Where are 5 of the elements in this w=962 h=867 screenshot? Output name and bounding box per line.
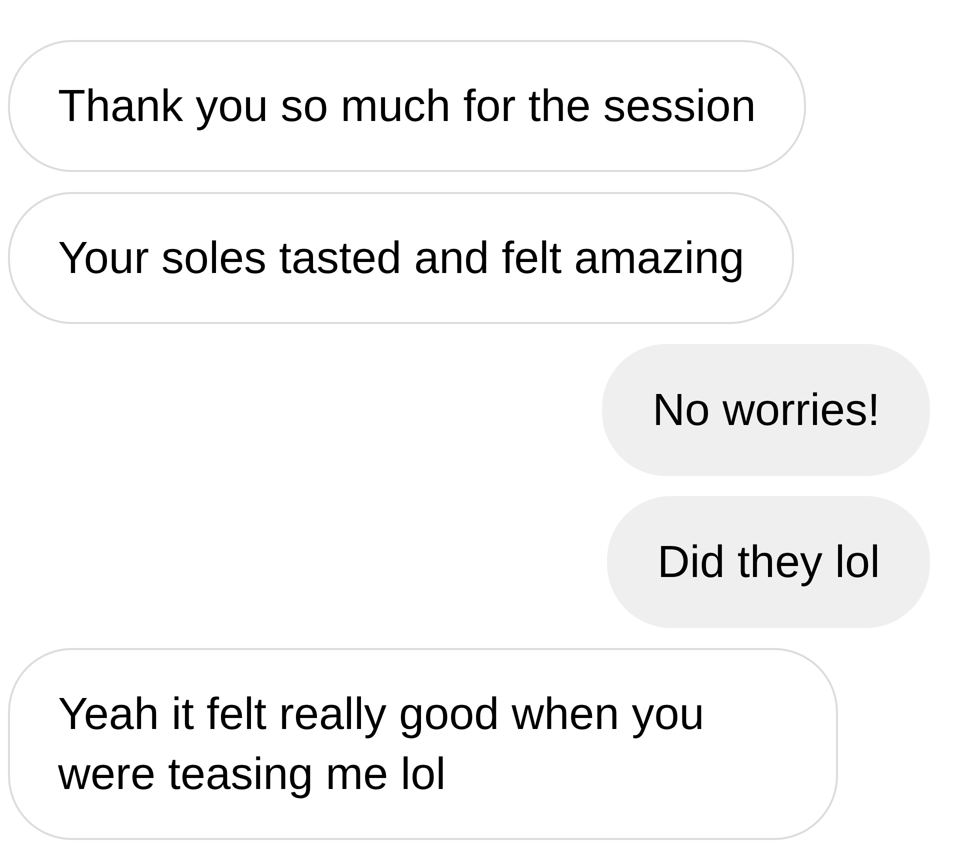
message-bubble: Did they lol — [607, 496, 930, 628]
message-bubble: Yeah it felt really good when you were teasing me lol — [8, 648, 838, 840]
message-bubble: Your soles tasted and felt amazing — [8, 192, 794, 324]
message-bubble: No worries! — [602, 344, 930, 476]
message-bubble: Thank you so much for the session — [8, 40, 806, 172]
